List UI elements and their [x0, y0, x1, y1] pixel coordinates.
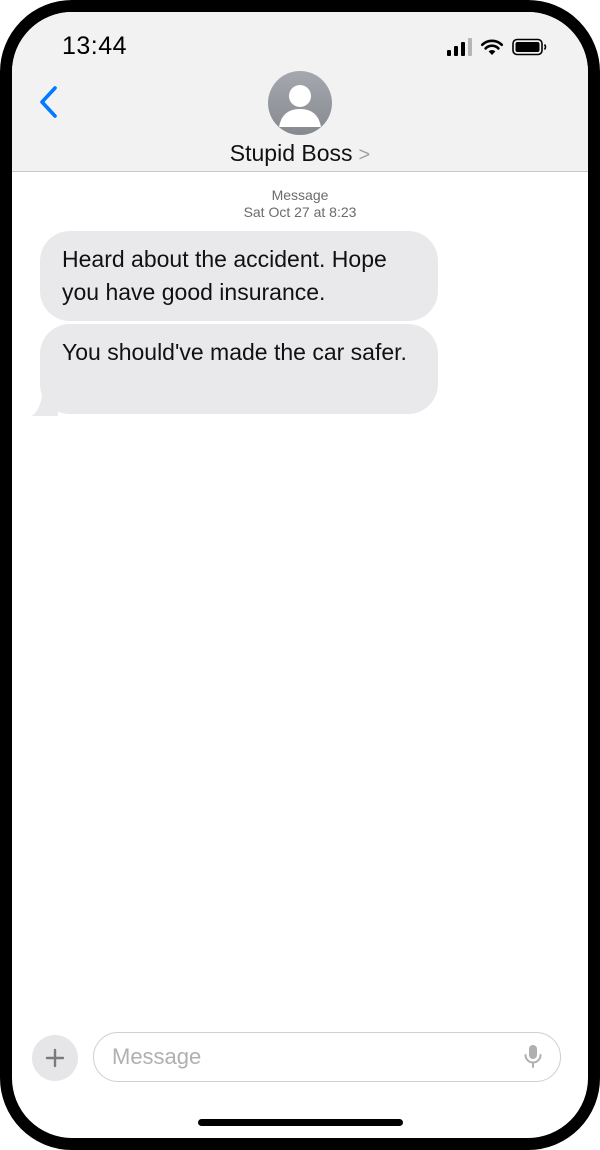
- status-icons: [447, 34, 548, 56]
- cellular-signal-icon: [447, 38, 472, 56]
- add-attachment-button[interactable]: [32, 1035, 78, 1081]
- home-indicator[interactable]: [198, 1119, 403, 1126]
- timestamp-label: Sat Oct 27 at 8:23: [243, 204, 357, 220]
- chevron-left-icon: [40, 86, 57, 118]
- message-field: [93, 1032, 561, 1082]
- person-silhouette-icon: [279, 85, 321, 127]
- status-time: 13:44: [62, 32, 128, 60]
- conversation-timestamp: Message Sat Oct 27 at 8:23: [12, 187, 588, 221]
- contact-avatar[interactable]: [268, 71, 332, 135]
- battery-icon: [512, 38, 547, 56]
- contact-name-button[interactable]: Stupid Boss >: [12, 140, 588, 167]
- service-label: Message: [271, 187, 329, 203]
- messages-screen: 13:44 Stupid Boss > Message Sat Oct 27 a…: [12, 12, 588, 1138]
- chevron-right-icon: >: [358, 144, 371, 166]
- contact-name: Stupid Boss: [229, 140, 353, 166]
- incoming-message-bubble[interactable]: You should've made the car safer.: [40, 324, 438, 414]
- wifi-icon: [480, 39, 504, 55]
- plus-icon: [45, 1048, 65, 1068]
- phone-frame: 13:44 Stupid Boss > Message Sat Oct 27 a…: [0, 0, 600, 1150]
- back-button[interactable]: [30, 80, 66, 124]
- message-input[interactable]: [112, 1033, 512, 1080]
- microphone-icon[interactable]: [522, 1044, 544, 1070]
- conversation-header: 13:44 Stupid Boss >: [12, 12, 588, 172]
- incoming-message-bubble[interactable]: Heard about the accident. Hope you have …: [40, 231, 438, 321]
